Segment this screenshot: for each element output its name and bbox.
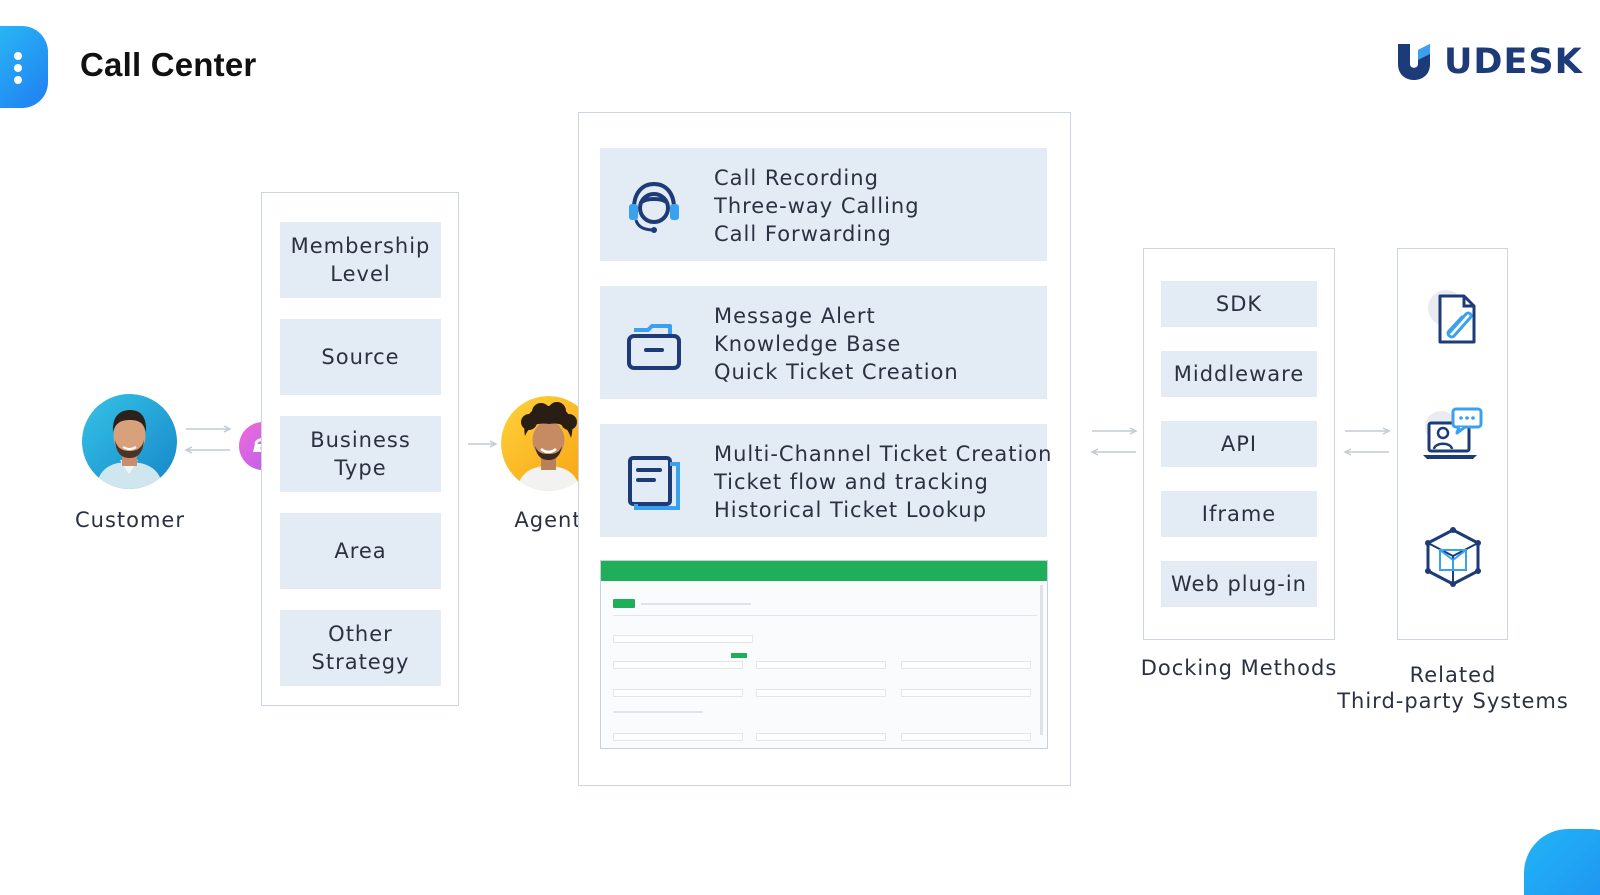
docking-thirdparty-arrows — [1343, 427, 1391, 456]
routing-item-business-type: Business Type — [280, 416, 441, 492]
docking-item-web-plugin: Web plug-in — [1161, 561, 1317, 607]
headset-icon — [629, 181, 679, 233]
udesk-shield-icon — [1398, 44, 1430, 80]
customer-label: Customer — [74, 508, 185, 532]
console-header-bar — [601, 561, 1047, 581]
attachment-document-icon — [1428, 290, 1476, 344]
workspace-docking-arrows — [1090, 427, 1138, 456]
routing-item-other-strategy: Other Strategy — [280, 610, 441, 686]
routing-item-area: Area — [280, 513, 441, 589]
routing-item-source: Source — [280, 319, 441, 395]
routing-item-membership-level: Membership Level — [280, 222, 441, 298]
logo-text: UDESK — [1444, 42, 1583, 82]
docking-item-api: API — [1161, 421, 1317, 467]
page-title: Call Center — [80, 46, 257, 83]
docking-item-sdk: SDK — [1161, 281, 1317, 327]
feature-ticketing: Multi-Channel Ticket Creation Ticket flo… — [600, 424, 1051, 537]
routing-agent-arrow — [468, 440, 498, 448]
docking-item-iframe: Iframe — [1161, 491, 1317, 537]
laptop-chat-icon — [1423, 407, 1483, 459]
corner-decoration — [1524, 829, 1600, 895]
feature-call-controls-text: Call Recording Three-way Calling Call Fo… — [714, 166, 920, 246]
third-party-caption: Related Third-party Systems — [1337, 663, 1569, 713]
feature-call-controls: Call Recording Three-way Calling Call Fo… — [600, 148, 1047, 261]
feature-message-knowledge: Message Alert Knowledge Base Quick Ticke… — [600, 286, 1047, 399]
agent-console-screenshot — [600, 560, 1048, 749]
customer-router-arrows — [184, 425, 232, 454]
udesk-logo: UDESK — [1394, 40, 1582, 84]
feature-message-knowledge-text: Message Alert Knowledge Base Quick Ticke… — [714, 304, 959, 384]
menu-tab[interactable] — [0, 26, 48, 108]
customer-avatar — [82, 394, 177, 489]
cube-network-icon — [1425, 527, 1481, 587]
folder-icon — [627, 324, 681, 370]
document-icon — [628, 456, 680, 510]
feature-ticketing-text: Multi-Channel Ticket Creation Ticket flo… — [714, 442, 1053, 522]
docking-methods-caption: Docking Methods — [1140, 656, 1338, 680]
docking-item-middleware: Middleware — [1161, 351, 1317, 397]
